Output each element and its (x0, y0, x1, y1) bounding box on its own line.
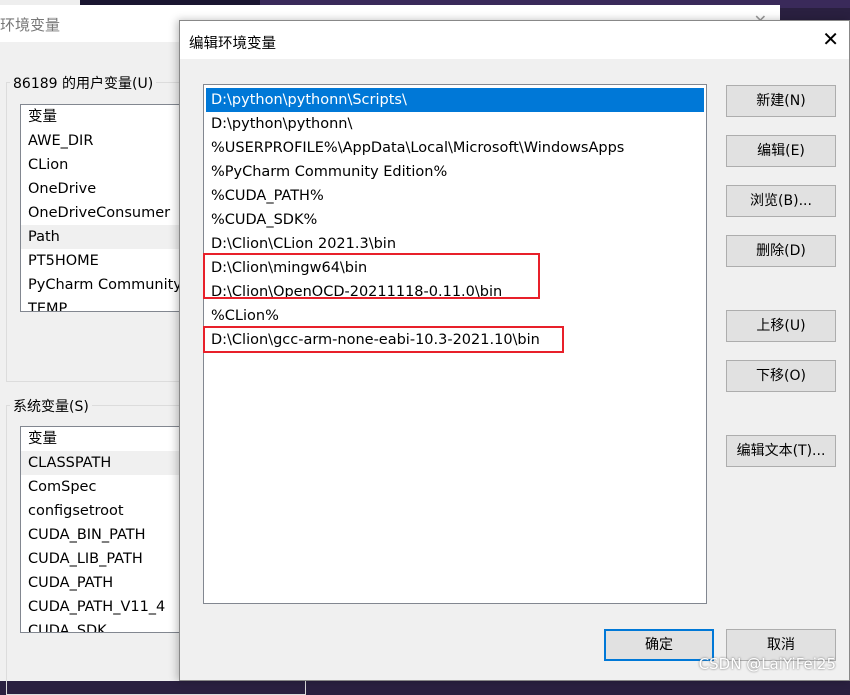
path-item[interactable]: %USERPROFILE%\AppData\Local\Microsoft\Wi… (206, 136, 704, 160)
browse-button[interactable]: 浏览(B)... (726, 185, 836, 217)
path-item[interactable]: D:\python\pythonn\Scripts\ (206, 88, 704, 112)
dialog-title: 编辑环境变量 (180, 21, 849, 59)
highlight-box (203, 253, 540, 299)
path-item[interactable]: %CUDA_PATH% (206, 184, 704, 208)
ok-button[interactable]: 确定 (604, 629, 714, 661)
move-down-button[interactable]: 下移(O) (726, 360, 836, 392)
close-icon[interactable]: ✕ (822, 27, 839, 51)
edit-button[interactable]: 编辑(E) (726, 135, 836, 167)
path-item[interactable]: %PyCharm Community Edition% (206, 160, 704, 184)
user-vars-label: 86189 的用户变量(U) (10, 73, 157, 93)
delete-button[interactable]: 删除(D) (726, 235, 836, 267)
watermark: CSDN @LaiYiFei25 (698, 655, 836, 673)
highlight-box (203, 326, 564, 353)
path-item[interactable]: D:\python\pythonn\ (206, 112, 704, 136)
move-up-button[interactable]: 上移(U) (726, 310, 836, 342)
path-item[interactable]: %CLion% (206, 304, 704, 328)
system-vars-label: 系统变量(S) (10, 396, 92, 416)
path-item[interactable]: %CUDA_SDK% (206, 208, 704, 232)
edit-env-var-dialog: 编辑环境变量 ✕ D:\python\pythonn\Scripts\ D:\py… (179, 20, 850, 681)
new-button[interactable]: 新建(N) (726, 85, 836, 117)
edit-text-button[interactable]: 编辑文本(T)... (726, 435, 836, 467)
